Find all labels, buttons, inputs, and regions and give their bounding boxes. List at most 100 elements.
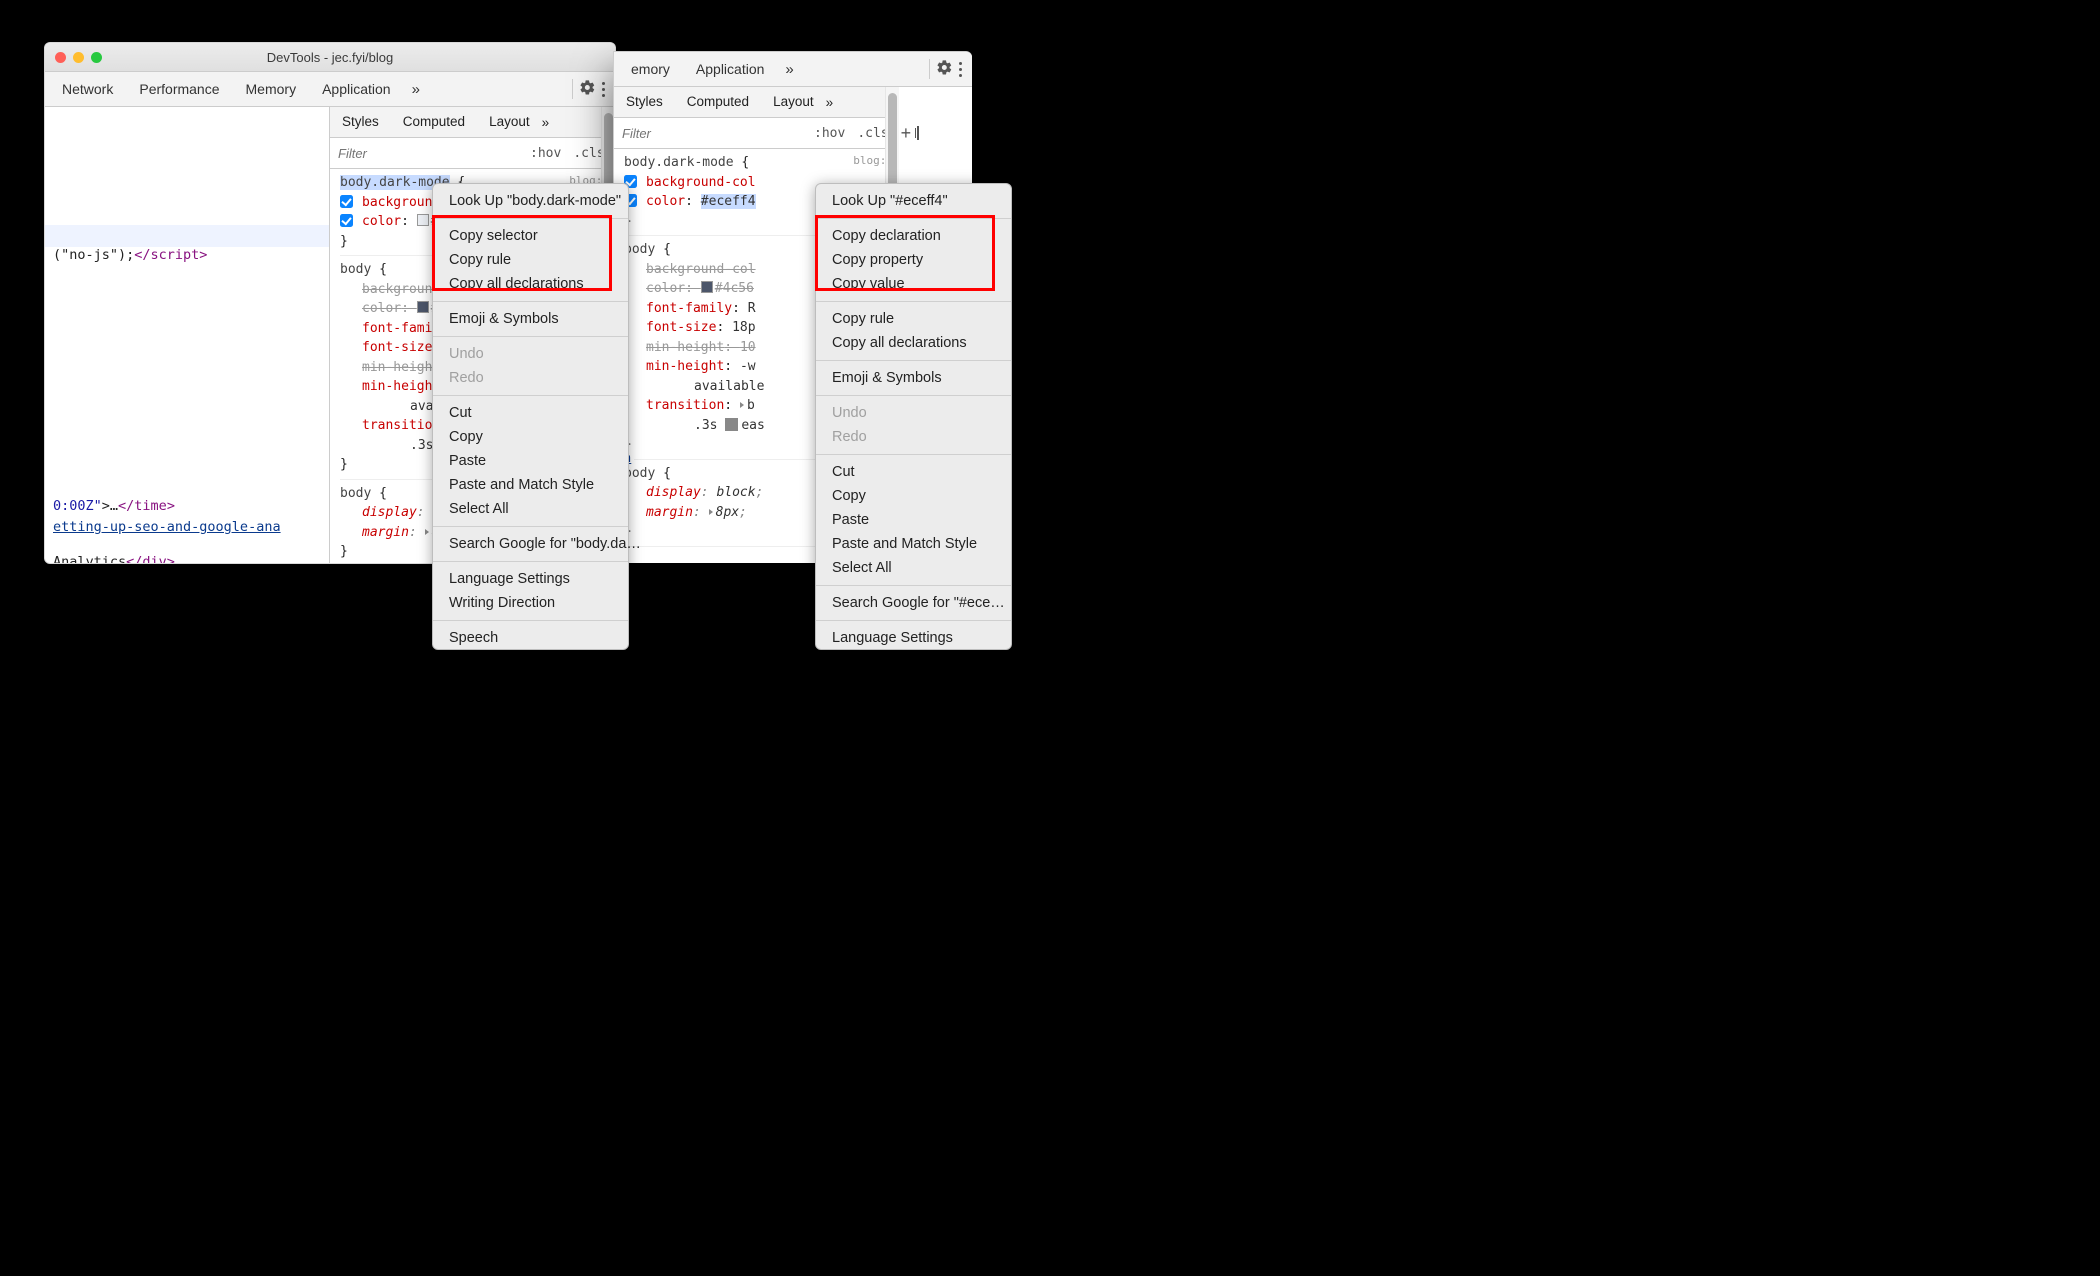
css-value[interactable]: available [694,379,764,394]
gear-icon[interactable] [936,59,953,79]
zoom-window-icon[interactable] [91,52,102,63]
css-property[interactable]: color [362,214,401,229]
easing-icon[interactable] [725,418,738,431]
menu-item-copy-selector[interactable]: Copy selector [433,224,628,248]
menu-item-speech[interactable]: Speech [433,626,628,650]
color-swatch-icon[interactable] [417,214,429,226]
checkbox-icon[interactable] [340,214,353,227]
tab-styles[interactable]: Styles [614,87,675,117]
menu-item-emoji[interactable]: Emoji & Symbols [816,366,1011,390]
checkbox-icon[interactable] [340,195,353,208]
css-property[interactable]: background-col [646,262,756,277]
menu-item-search-google[interactable]: Search Google for "body.da… [433,532,628,556]
subtabs-overflow[interactable]: » [542,115,550,130]
css-value[interactable]: 18p [732,320,755,335]
color-swatch-icon[interactable] [701,281,713,293]
tabs-overflow[interactable]: » [777,61,801,78]
selector[interactable]: body [340,262,371,277]
css-value[interactable]: -w [740,359,756,374]
menu-item-copy-all-declarations[interactable]: Copy all declarations [816,331,1011,355]
expand-icon[interactable] [709,509,713,515]
subtabs-overflow[interactable]: » [826,95,834,110]
css-value[interactable]: .3s [694,418,717,433]
selector[interactable]: body.dark-mode [624,155,734,170]
close-window-icon[interactable] [55,52,66,63]
css-property[interactable]: min-height [362,360,440,375]
css-property[interactable]: background-col [646,175,756,190]
css-property[interactable]: color [646,194,685,209]
menu-item-paste-match[interactable]: Paste and Match Style [433,473,628,497]
tab-application[interactable]: Application [309,72,404,106]
menu-item-select-all[interactable]: Select All [816,556,1011,580]
menu-item-copy[interactable]: Copy [816,484,1011,508]
menu-item-copy-rule[interactable]: Copy rule [816,307,1011,331]
css-property[interactable]: margin [362,525,409,540]
css-value[interactable]: #4c56 [715,281,754,296]
css-property[interactable]: min-height [646,340,724,355]
tab-computed[interactable]: Computed [391,107,477,137]
menu-item-paste[interactable]: Paste [433,449,628,473]
tab-memory[interactable]: Memory [233,72,310,106]
menu-item-emoji[interactable]: Emoji & Symbols [433,307,628,331]
css-property[interactable]: margin [646,505,693,520]
tabs-overflow[interactable]: » [404,81,428,98]
color-swatch-icon[interactable] [417,301,429,313]
tab-layout[interactable]: Layout [761,87,826,117]
gear-icon[interactable] [579,79,596,99]
menu-item-copy-value[interactable]: Copy value [816,272,1011,296]
titlebar[interactable]: DevTools - jec.fyi/blog [45,43,615,72]
selector[interactable]: body [340,486,371,501]
kebab-menu-icon[interactable] [953,62,968,77]
css-property[interactable]: display [362,505,417,520]
menu-item-cut[interactable]: Cut [816,460,1011,484]
css-value[interactable]: 8px [716,505,739,520]
menu-item-cut[interactable]: Cut [433,401,628,425]
tab-network[interactable]: Network [49,72,126,106]
tab-application[interactable]: Application [683,52,778,86]
css-property[interactable]: transition [362,418,440,433]
menu-item-copy-rule[interactable]: Copy rule [433,248,628,272]
expand-icon[interactable] [740,402,744,408]
menu-item-language[interactable]: Language Settings [433,567,628,591]
tab-performance[interactable]: Performance [126,72,232,106]
menu-item-lookup[interactable]: Look Up "body.dark-mode" [433,189,628,213]
css-property[interactable]: min-height [362,379,440,394]
menu-item-language[interactable]: Language Settings [816,626,1011,650]
tab-layout[interactable]: Layout [477,107,542,137]
tab-computed[interactable]: Computed [675,87,761,117]
css-value[interactable]: eas [741,418,764,433]
menu-item-writing-direction[interactable]: Writing Direction [433,591,628,615]
hov-toggle[interactable]: :hov [808,126,851,141]
css-property[interactable]: font-size [362,340,432,355]
css-value[interactable]: b [747,398,755,413]
kebab-menu-icon[interactable] [596,82,611,97]
minimize-window-icon[interactable] [73,52,84,63]
dom-tree[interactable]: ("no-js");</script> 0:00Z">…</time> etti… [45,107,329,564]
menu-item-copy[interactable]: Copy [433,425,628,449]
expand-icon[interactable] [425,529,429,535]
hov-toggle[interactable]: :hov [524,146,567,161]
menu-item-copy-all-declarations[interactable]: Copy all declarations [433,272,628,296]
tab-styles[interactable]: Styles [330,107,391,137]
menu-item-lookup[interactable]: Look Up "#eceff4" [816,189,1011,213]
menu-item-select-all[interactable]: Select All [433,497,628,521]
menu-item-search-google[interactable]: Search Google for "#ece… [816,591,1011,615]
url-fragment[interactable]: etting-up-seo-and-google-ana [53,519,281,535]
sidebar-toggle-icon[interactable] [917,126,919,140]
css-value[interactable]: 10 [740,340,756,355]
styles-filter-input[interactable] [614,126,808,141]
css-property[interactable]: color [362,301,401,316]
css-property[interactable]: min-height [646,359,724,374]
menu-item-copy-declaration[interactable]: Copy declaration [816,224,1011,248]
css-value[interactable]: block [716,485,755,500]
css-property[interactable]: font-family [646,301,732,316]
css-value[interactable]: .3s [410,438,433,453]
css-property[interactable]: color [646,281,685,296]
css-property[interactable]: font-size [646,320,716,335]
css-property[interactable]: display [646,485,701,500]
css-value[interactable]: #eceff4 [701,194,756,209]
tab-memory-cut[interactable]: emory [618,52,683,86]
menu-item-paste[interactable]: Paste [816,508,1011,532]
styles-filter-input[interactable] [330,146,524,161]
menu-item-copy-property[interactable]: Copy property [816,248,1011,272]
